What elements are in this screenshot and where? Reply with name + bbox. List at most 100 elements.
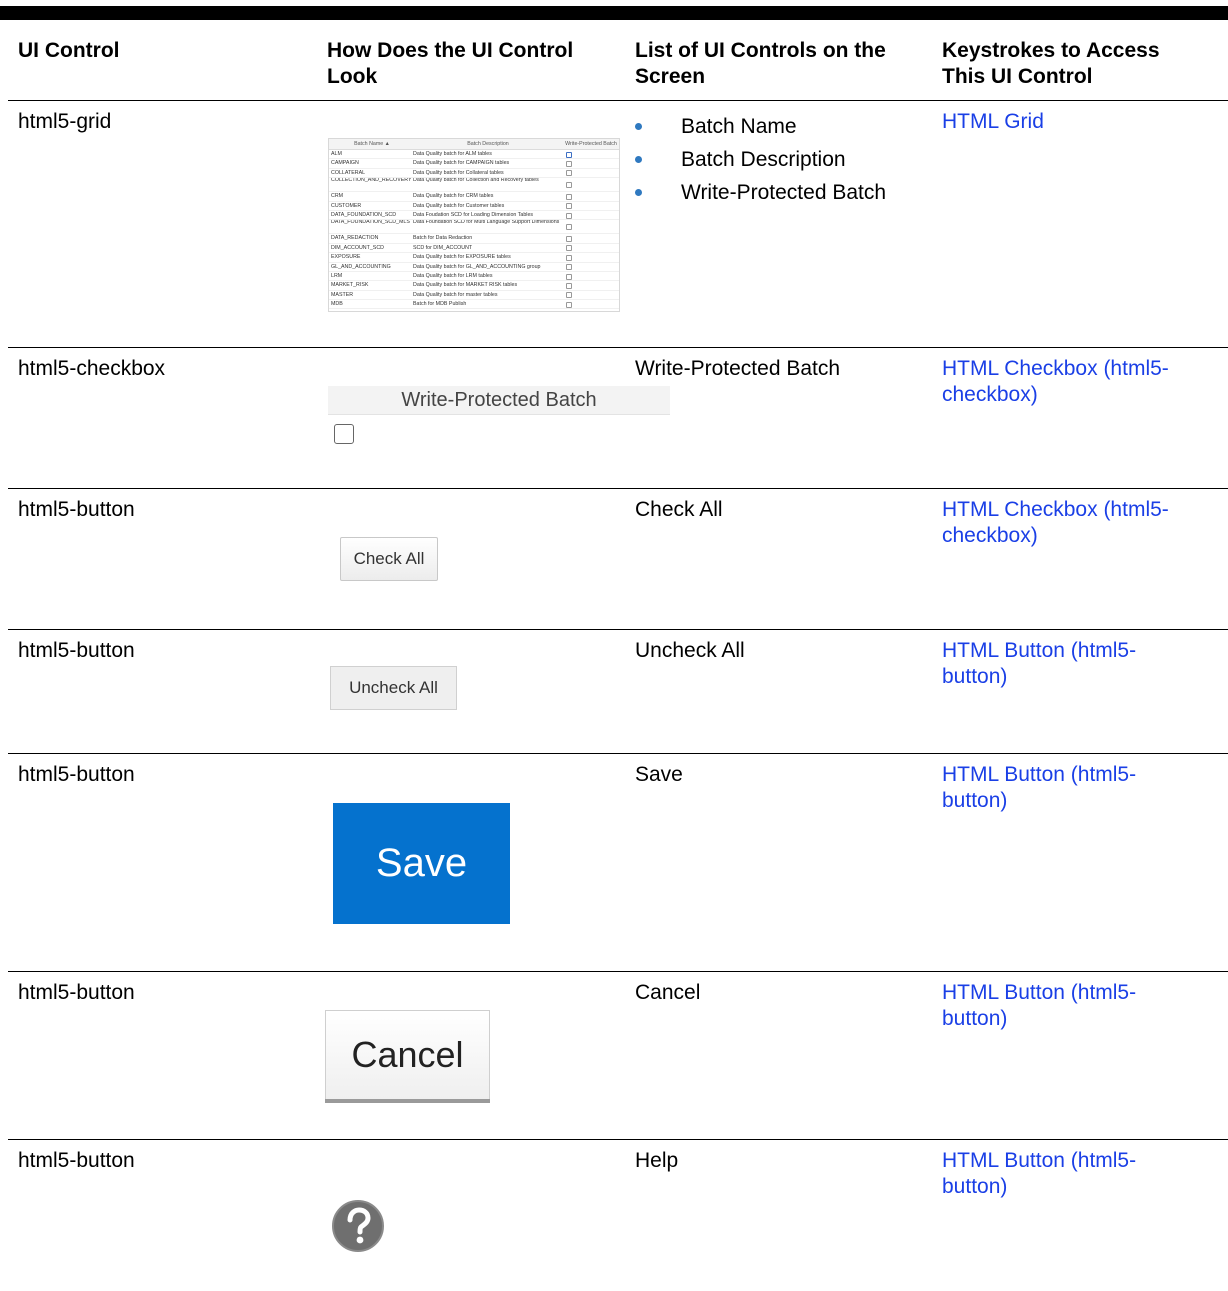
grid-cell-batch-name: GL_AND_ACCOUNTING [331, 263, 391, 270]
html-button-link[interactable]: HTML Button (html5- button) [942, 980, 1136, 1032]
grid-cell-batch-description: Batch for Data Redaction [413, 235, 473, 242]
html-button-link[interactable]: HTML Button (html5- button) [942, 638, 1136, 690]
grid-cell-batch-description: Data Quality batch for EXPOSURE tables [413, 254, 511, 261]
list-item: Batch Description [635, 143, 886, 176]
grid-preview-row: DIM_ACCOUNT_SCD SCD for DIM_ACCOUNT [329, 244, 619, 254]
grid-cell-batch-description: Data Quality batch for CRM tables [413, 193, 494, 200]
html-grid-link[interactable]: HTML Grid [942, 109, 1044, 135]
grid-cell-write-protected [563, 281, 619, 289]
header-look: How Does the UI Control Look [327, 39, 574, 88]
html-button-link[interactable]: HTML Button (html5- button) [942, 762, 1136, 814]
grid-cell-batch-description: SCD for DIM_ACCOUNT [413, 244, 473, 251]
grid-cell-batch-name: MASTER [331, 291, 354, 298]
grid-cell-batch-description: Data Quality batch for MARKET RISK table… [413, 282, 518, 289]
grid-checkbox [566, 160, 572, 167]
grid-preview-row: LRM Data Quality batch for LRM tables [329, 272, 619, 282]
grid-cell-batch-name: MDB [331, 301, 343, 308]
control-list-text: Help [635, 1149, 679, 1172]
control-name: html5-button [18, 498, 135, 521]
grid-cell-batch-description: Data Quality batch for LRM tables [413, 272, 493, 279]
control-list-text: Write-Protected Batch [635, 357, 841, 380]
grid-checkbox [566, 151, 572, 158]
grid-cell-write-protected [563, 169, 619, 177]
control-list-text: Check All [635, 498, 723, 521]
grid-header-cell: Write-Protected Batch [565, 141, 617, 147]
grid-preview-row: EXPOSURE Data Quality batch for EXPOSURE … [329, 253, 619, 263]
grid-cell-batch-description: Batch for MDB Publish [413, 301, 467, 308]
header-ui-control: UI Control [18, 39, 120, 62]
grid-preview-row: MDB Batch for MDB Publish [329, 300, 619, 310]
save-button-sample: Save [333, 803, 510, 924]
grid-cell-write-protected [563, 272, 619, 280]
grid-cell-batch-description: Data Quality batch for CAMPAIGN tables [413, 160, 510, 167]
top-rule [0, 6, 1228, 20]
row-divider [8, 347, 1228, 348]
control-name: html5-button [18, 639, 135, 662]
grid-cell-batch-name: DATA_FOUNDATION_SCD [331, 211, 397, 218]
grid-cell-batch-name: EXPOSURE [331, 254, 361, 261]
grid-cell-write-protected [563, 253, 619, 261]
grid-cell-batch-description: Data Quality batch for Collateral tables [413, 169, 504, 176]
row-divider [8, 753, 1228, 754]
grid-cell-batch-name: CUSTOMER [331, 202, 362, 209]
grid-cell-batch-description: Data Quality batch for ALM tables [413, 151, 492, 157]
grid-cell-write-protected [563, 220, 619, 233]
uncheck-all-button-sample: Uncheck All [330, 666, 457, 710]
list-item: Batch Name [635, 110, 886, 143]
grid-preview-row: DATA_FOUNDATION_SCD_MLS Data Foundation S… [329, 220, 619, 235]
grid-checkbox [566, 301, 572, 308]
grid-header-cell: Batch Name ▲ [354, 141, 390, 147]
control-name: html5-button [18, 763, 135, 786]
grid-cell-write-protected [563, 202, 619, 210]
grid-preview-row: MARKET_RISK Data Quality batch for MARKET… [329, 281, 619, 291]
checkbox-column-header: Write-Protected Batch [328, 386, 670, 415]
row-divider [8, 971, 1228, 972]
grid-preview-row: DATA_REDACTION Batch for Data Redaction [329, 234, 619, 244]
cancel-button-shadow [325, 1099, 490, 1103]
row-divider [8, 100, 1228, 101]
grid-cell-write-protected [563, 150, 619, 158]
control-name: html5-checkbox [18, 357, 166, 380]
grid-cell-batch-name: CRM [331, 193, 344, 200]
grid-cell-batch-name: CAMPAIGN [331, 160, 359, 167]
help-question-icon [332, 1200, 384, 1252]
grid-cell-batch-description: Data Quality batch for master tables [413, 291, 498, 298]
grid-cell-batch-description: Data Foudation SCD for Loading Dimension… [413, 211, 534, 218]
html-checkbox-link[interactable]: HTML Checkbox (html5- checkbox) [942, 356, 1169, 408]
grid-cell-write-protected [563, 300, 619, 308]
html-checkbox-link[interactable]: HTML Checkbox (html5- checkbox) [942, 497, 1169, 549]
grid-checkbox [566, 254, 572, 261]
grid-cell-batch-description: Data Quality batch for Customer tables [413, 202, 505, 209]
grid-cell-batch-name: ALM [331, 151, 342, 157]
grid-checkbox [566, 203, 572, 210]
control-list-text: Save [635, 763, 683, 786]
grid-cell-write-protected [563, 159, 619, 167]
grid-cell-batch-name: DIM_ACCOUNT_SCD [331, 244, 384, 251]
html-button-link[interactable]: HTML Button (html5- button) [942, 1148, 1136, 1200]
grid-cell-batch-name: DATA_FOUNDATION_SCD_MLS [331, 220, 410, 226]
grid-cell-batch-name: COLLATERAL [331, 169, 366, 176]
checkbox-sample [334, 424, 354, 444]
grid-preview-row: CAMPAIGN Data Quality batch for CAMPAIGN … [329, 159, 619, 169]
grid-cell-batch-description: Data Foundation SCD for Multi Language S… [413, 220, 560, 226]
bullet-list: Batch Name Batch Description Write-Prote… [635, 110, 886, 209]
grid-cell-write-protected [563, 234, 619, 242]
control-list-text: Uncheck All [635, 639, 745, 662]
control-list-text: Cancel [635, 981, 701, 1004]
check-all-button-sample: Check All [340, 537, 438, 581]
row-divider [8, 629, 1228, 630]
header-keystrokes: Keystrokes to Access This UI Control [942, 39, 1160, 88]
grid-checkbox [566, 193, 572, 200]
grid-cell-batch-name: LRM [331, 272, 343, 279]
grid-cell-batch-name: DATA_REDACTION [331, 235, 379, 242]
grid-preview-row: CUSTOMER Data Quality batch for Customer … [329, 202, 619, 211]
grid-checkbox [566, 235, 572, 242]
grid-checkbox [566, 224, 572, 231]
grid-preview-row: ALM Data Quality batch for ALM tables [329, 150, 619, 160]
grid-preview-image: Batch Name ▲ Batch Description Write-Pro… [328, 138, 620, 312]
grid-preview-row: CRM Data Quality batch for CRM tables [329, 192, 619, 202]
grid-checkbox [566, 292, 572, 299]
grid-cell-batch-name: MARKET_RISK [331, 282, 369, 289]
control-name: html5-grid [18, 110, 112, 133]
grid-checkbox [566, 212, 572, 219]
